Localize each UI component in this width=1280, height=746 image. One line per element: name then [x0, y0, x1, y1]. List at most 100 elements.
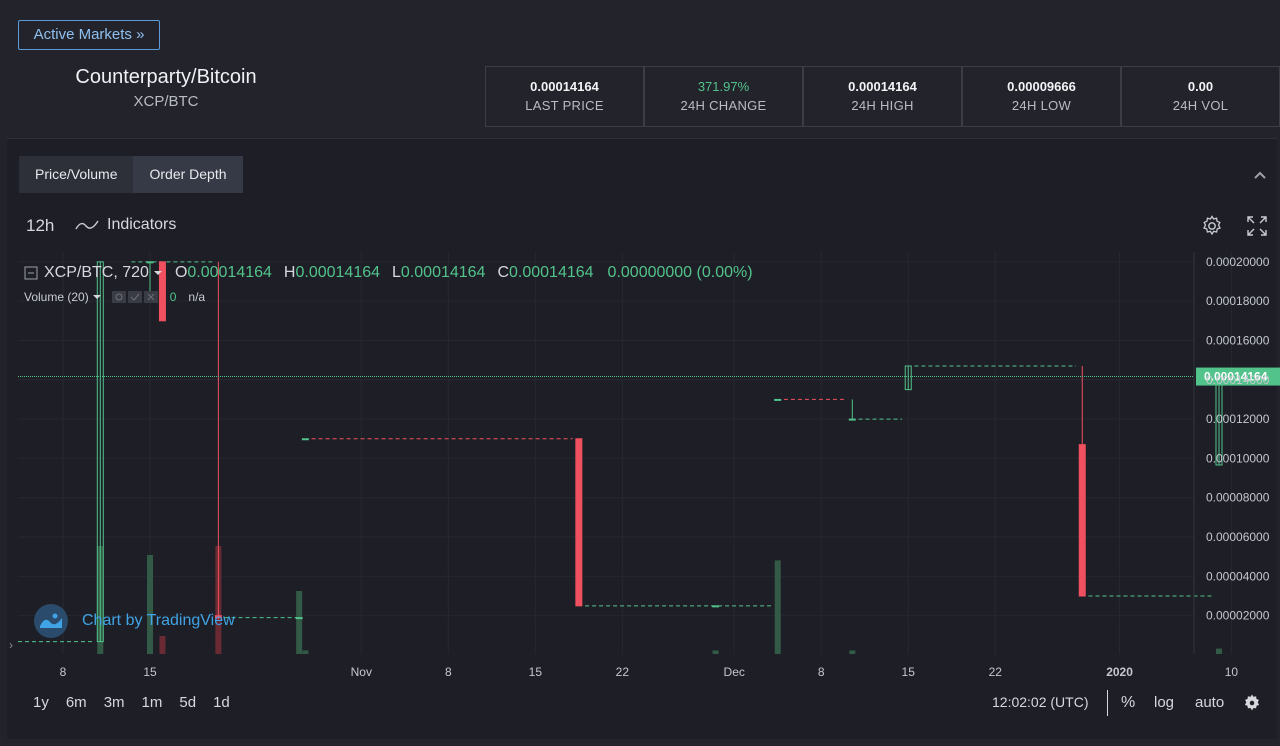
volume-bar: [302, 650, 309, 654]
x-tick-label: 8: [445, 665, 452, 679]
y-tick-label: 0.00018000: [1206, 294, 1270, 308]
percent-scale-toggle[interactable]: %: [1121, 694, 1135, 712]
volume-settings-icon[interactable]: [111, 291, 126, 303]
legend-low: 0.00014164: [400, 264, 486, 281]
x-tick-label: 8: [818, 665, 825, 679]
collapse-legend-icon[interactable]: [24, 266, 38, 280]
x-tick-label: 15: [143, 665, 157, 679]
chevron-right-icon[interactable]: ›: [9, 638, 13, 652]
chevron-up-icon[interactable]: [1250, 164, 1270, 184]
stat-24h-change: 371.97% 24H CHANGE: [644, 66, 803, 127]
active-markets-button[interactable]: Active Markets »: [18, 20, 160, 50]
stat-label: 24H CHANGE: [680, 98, 767, 113]
y-tick-label: 0.00010000: [1206, 451, 1270, 465]
gear-icon[interactable]: [1243, 694, 1261, 717]
x-tick-label: Dec: [724, 665, 745, 679]
range-6m[interactable]: 6m: [66, 694, 87, 711]
volume-bar: [1215, 648, 1222, 654]
volume-remove-icon[interactable]: [143, 291, 158, 303]
candle-body: [712, 605, 720, 608]
x-tick-label: Nov: [351, 665, 372, 679]
volume-bar: [774, 560, 781, 654]
volume-bar: [296, 591, 303, 654]
caret-down-icon[interactable]: [92, 293, 102, 301]
x-tick-label: 2020: [1106, 665, 1133, 679]
indicators-label: Indicators: [107, 216, 177, 233]
legend-l-label: L: [392, 264, 401, 281]
volume-bar: [849, 650, 856, 654]
stat-value: 0.00014164: [848, 79, 917, 94]
x-tick-label: 22: [616, 665, 630, 679]
stat-label: 24H LOW: [1011, 98, 1072, 113]
chart-tabs: Price/Volume Order Depth: [19, 156, 243, 193]
stat-value: 0.00009666: [1007, 79, 1076, 94]
range-1d[interactable]: 1d: [213, 694, 230, 711]
volume-bars: [97, 546, 1222, 654]
log-scale-toggle[interactable]: log: [1154, 694, 1174, 711]
legend-c-label: C: [497, 264, 510, 281]
x-tick-label: 8: [60, 665, 67, 679]
price-segments: [18, 261, 1213, 643]
volume-bar: [712, 650, 719, 654]
candle-body: [575, 438, 583, 607]
y-tick-label: 0.00012000: [1206, 412, 1270, 426]
candle-body: [295, 617, 303, 620]
volume-value: 0: [169, 290, 177, 304]
y-tick-label: 0.00008000: [1206, 491, 1270, 505]
chart-settings-gear-icon[interactable]: [1200, 214, 1224, 243]
stat-value: 371.97%: [697, 79, 750, 94]
range-5d[interactable]: 5d: [179, 694, 196, 711]
interval-selector[interactable]: 12h: [26, 216, 54, 236]
legend-close: 0.00014164: [509, 264, 594, 281]
tradingview-logo-icon: [34, 604, 68, 638]
stat-label: LAST PRICE: [525, 98, 604, 113]
x-tick-label: 22: [989, 665, 1003, 679]
grid: [18, 252, 1232, 654]
series-symbol[interactable]: XCP/BTC, 720: [44, 264, 149, 282]
y-tick-label: 0.00006000: [1206, 530, 1270, 544]
legend-open: 0.00014164: [187, 264, 272, 281]
stat-value: 0.00: [1187, 79, 1214, 94]
candle-body: [774, 398, 782, 401]
y-tick-label: 0.00016000: [1206, 333, 1270, 347]
divider: [1107, 690, 1108, 716]
fullscreen-icon[interactable]: [1245, 214, 1269, 243]
caret-down-icon[interactable]: [153, 269, 163, 277]
volume-hide-icon[interactable]: [127, 291, 142, 303]
y-tick-label: 0.00014000: [1206, 373, 1270, 387]
indicators-button[interactable]: Indicators: [75, 216, 176, 234]
tab-price-volume[interactable]: Price/Volume: [19, 156, 134, 193]
market-stats: 0.00014164 LAST PRICE 371.97% 24H CHANGE…: [485, 66, 1280, 127]
pair-symbol: XCP/BTC: [133, 93, 199, 110]
legend-h-label: H: [283, 264, 296, 281]
legend-change: 0.00000000 (0.00%): [607, 264, 753, 281]
volume-legend: Volume (20) 0 n/a: [24, 290, 205, 304]
legend-high: 0.00014164: [295, 264, 381, 281]
pair-name: Counterparty/Bitcoin: [75, 66, 257, 88]
candle-body: [146, 261, 154, 264]
range-1y[interactable]: 1y: [33, 694, 49, 711]
y-tick-label: 0.00004000: [1206, 569, 1270, 583]
x-axis: 8 15 Nov 8 15 22 Dec 8 15 22 2020 10: [60, 665, 1239, 679]
volume-bar: [159, 636, 166, 654]
auto-scale-toggle[interactable]: auto: [1195, 694, 1224, 711]
volume-na: n/a: [188, 290, 206, 304]
tradingview-watermark[interactable]: Chart by TradingView: [34, 604, 235, 638]
indicators-icon: [75, 220, 99, 230]
range-3m[interactable]: 3m: [104, 694, 125, 711]
range-selector: 1y 6m 3m 1m 5d 1d: [33, 694, 247, 711]
series-legend: XCP/BTC, 720 O 0.00014164 H 0.00014164 L 0.…: [24, 264, 753, 282]
stat-last-price: 0.00014164 LAST PRICE: [485, 66, 644, 127]
utc-clock[interactable]: 12:02:02 (UTC): [992, 694, 1088, 710]
x-tick-label: 10: [1225, 665, 1239, 679]
range-1m[interactable]: 1m: [142, 694, 163, 711]
last-price-line: 0.00014164: [18, 367, 1280, 386]
candle-body: [1078, 444, 1086, 597]
x-tick-label: 15: [529, 665, 543, 679]
tradingview-text: Chart by TradingView: [82, 612, 235, 629]
stat-24h-high: 0.00014164 24H HIGH: [803, 66, 962, 127]
stat-24h-low: 0.00009666 24H LOW: [962, 66, 1121, 127]
volume-label[interactable]: Volume (20): [24, 290, 89, 304]
tab-order-depth[interactable]: Order Depth: [133, 156, 243, 193]
stat-label: 24H VOL: [1172, 98, 1229, 113]
